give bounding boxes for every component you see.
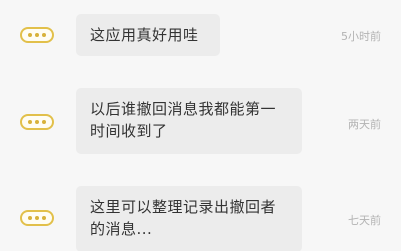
chat-bubble-icon — [20, 210, 54, 226]
recalled-message-list: 这应用真好用哇 5小时前 以后谁撤回消息我都能第一时间收到了 两天前 这里可以整… — [0, 0, 401, 251]
list-item[interactable]: 以后谁撤回消息我都能第一时间收到了 两天前 — [0, 72, 401, 172]
message-time: 两天前 — [348, 118, 381, 131]
chat-bubble-icon — [20, 27, 54, 43]
message-time: 5小时前 — [341, 30, 381, 43]
list-item[interactable]: 这里可以整理记录出撤回者的消息... 七天前 — [0, 172, 401, 251]
list-item[interactable]: 这应用真好用哇 5小时前 — [0, 0, 401, 72]
message-time: 七天前 — [348, 214, 381, 227]
message-bubble: 这应用真好用哇 — [76, 14, 220, 56]
message-bubble: 以后谁撤回消息我都能第一时间收到了 — [76, 88, 302, 154]
chat-bubble-icon — [20, 114, 54, 130]
message-bubble: 这里可以整理记录出撤回者的消息... — [76, 186, 302, 251]
